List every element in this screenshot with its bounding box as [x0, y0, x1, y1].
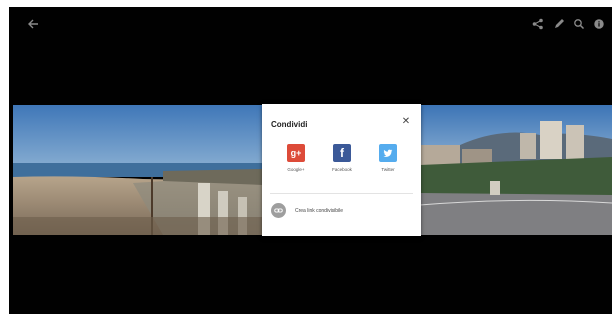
photo-viewer: Condividi ✕ g+ Google+ f Facebook Twitte… [9, 7, 612, 314]
share-twitter-button[interactable]: Twitter [368, 144, 408, 172]
twitter-icon [379, 144, 397, 162]
zoom-icon[interactable] [572, 17, 586, 31]
info-icon[interactable] [593, 17, 605, 31]
share-icon[interactable] [531, 17, 545, 31]
back-arrow-icon[interactable] [26, 17, 40, 31]
google-plus-icon: g+ [287, 144, 305, 162]
link-icon [271, 203, 286, 218]
dialog-divider [270, 193, 413, 194]
create-shareable-link-label: Crea link condivisibile [295, 207, 344, 214]
share-dialog: Condividi ✕ g+ Google+ f Facebook Twitte… [262, 104, 421, 236]
edit-icon[interactable] [552, 17, 566, 31]
close-icon[interactable]: ✕ [401, 117, 411, 127]
share-twitter-label: Twitter [381, 167, 395, 172]
dialog-title: Condividi [271, 120, 308, 129]
share-facebook-button[interactable]: f Facebook [322, 144, 362, 172]
panorama-beach-section [13, 105, 263, 235]
share-facebook-label: Facebook [332, 167, 352, 172]
share-google-plus-button[interactable]: g+ Google+ [276, 144, 316, 172]
facebook-logo-text: f [340, 146, 344, 160]
facebook-icon: f [333, 144, 351, 162]
panorama-town-section [420, 105, 612, 235]
share-google-plus-label: Google+ [287, 167, 305, 172]
create-shareable-link-button[interactable]: Crea link condivisibile [271, 203, 343, 218]
google-plus-logo-text: g+ [290, 148, 302, 158]
